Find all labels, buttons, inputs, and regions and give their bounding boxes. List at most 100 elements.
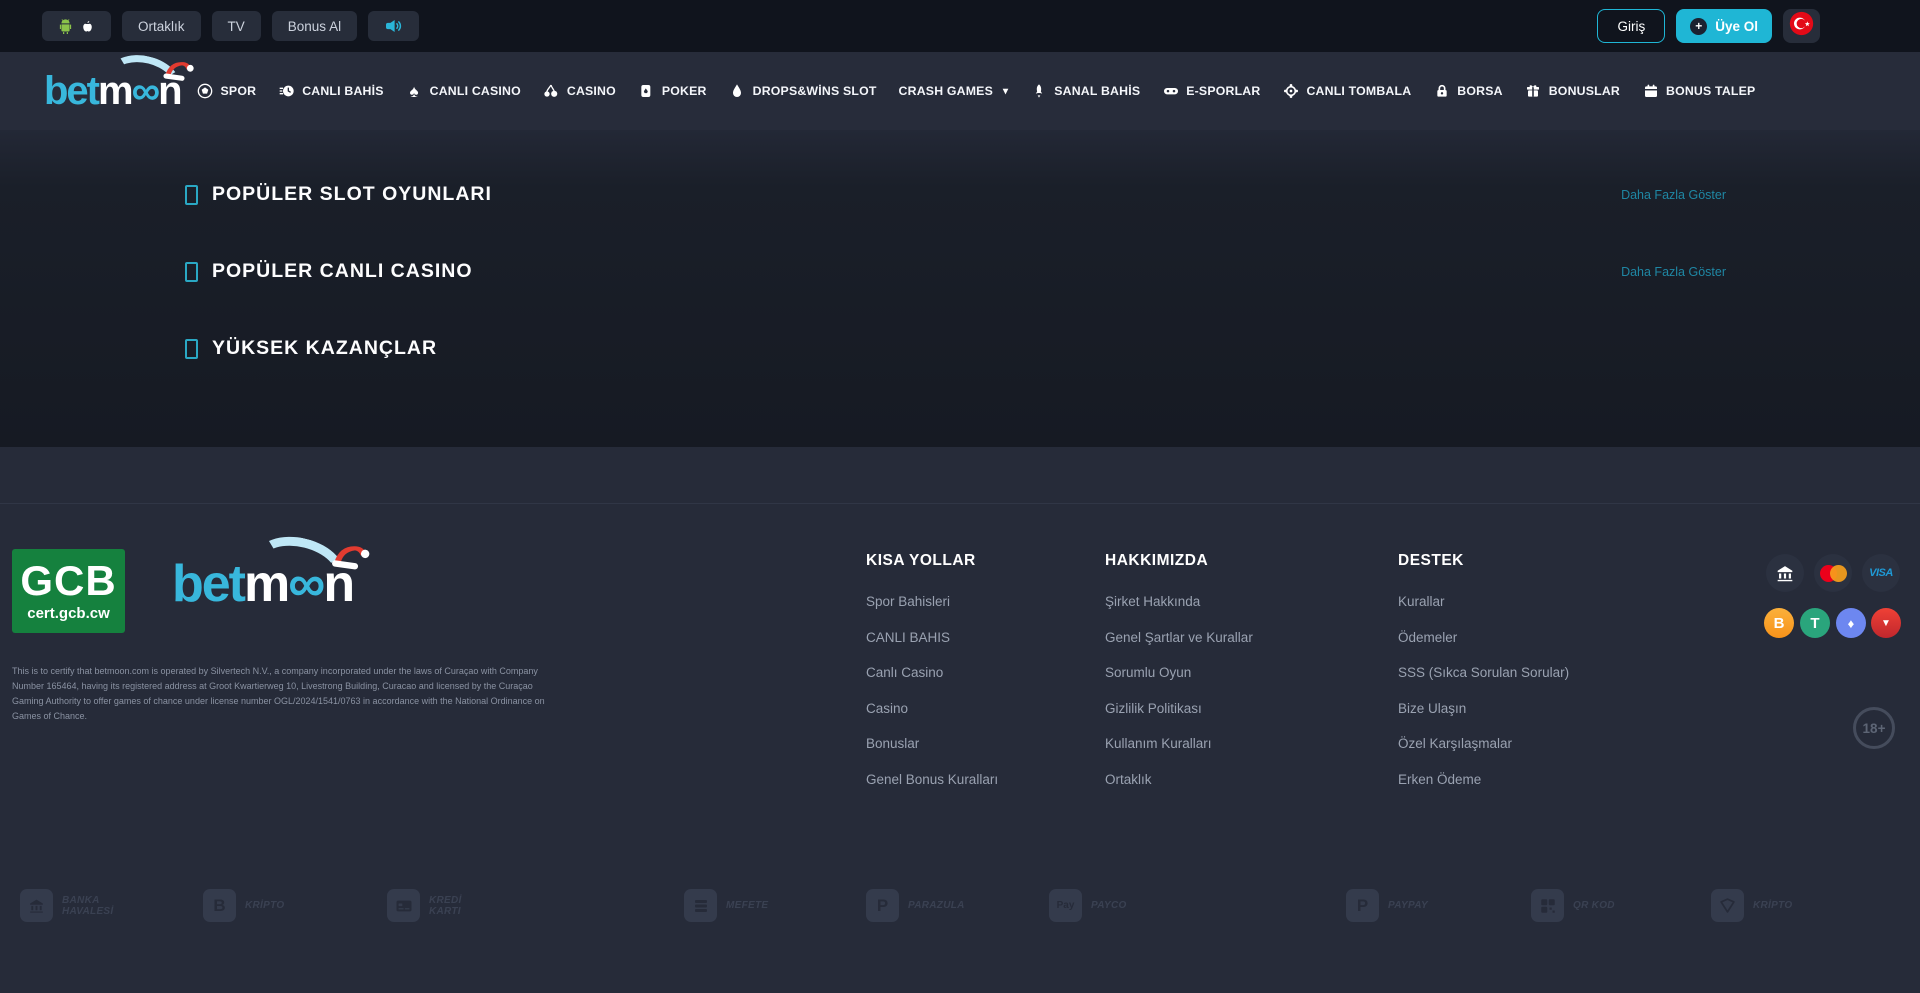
android-icon (58, 18, 73, 35)
nav-item-casino[interactable]: CASINO (543, 83, 616, 100)
visa-icon: VISA (1862, 554, 1900, 592)
payment-method-mefete[interactable]: MEFETE (684, 889, 768, 922)
payment-method-kripto-tron[interactable]: KRİPTO (1711, 889, 1792, 922)
footer-column-title: DESTEK (1398, 552, 1569, 570)
cherries-icon (543, 83, 560, 100)
gift-icon (1525, 83, 1542, 100)
footer-link-bize-ulasin[interactable]: Bize Ulaşın (1398, 691, 1569, 727)
qr-code-icon (1531, 889, 1564, 922)
footer-link-sss[interactable]: SSS (Sıkca Sorulan Sorular) (1398, 655, 1569, 691)
payment-method-banka-havalesi[interactable]: BANKA HAVALESİ (20, 889, 124, 922)
betmoon-footer-logo[interactable]: betm∞n (172, 558, 353, 610)
topbar-link-label: Ortaklık (138, 19, 185, 34)
santa-hat-icon (159, 55, 196, 85)
rocket-icon (1030, 83, 1047, 100)
footer-link-genel-sartlar[interactable]: Genel Şartlar ve Kurallar (1105, 620, 1253, 656)
credit-card-icon (387, 889, 420, 922)
paypay-icon: P (1346, 889, 1379, 922)
bitcoin-glyph: B (1774, 615, 1785, 632)
footer-column-hakkimizda: HAKKIMIZDA Şirket Hakkında Genel Şartlar… (1105, 552, 1253, 797)
nav-item-bonus-talep[interactable]: BONUS TALEP (1642, 83, 1755, 100)
footer-link-sorumlu-oyun[interactable]: Sorumlu Oyun (1105, 655, 1253, 691)
payment-method-payco[interactable]: Pay PAYCO (1049, 889, 1127, 922)
nav-item-sanal-bahis[interactable]: SANAL BAHİS (1030, 83, 1140, 100)
bank-transfer-icon (20, 889, 53, 922)
mastercard-icon (1814, 554, 1852, 592)
nav-item-bonuslar[interactable]: BONUSLAR (1525, 83, 1620, 100)
topbar: Ortaklık TV Bonus Al Giriş + Üye Ol (0, 0, 1920, 52)
payment-method-kripto[interactable]: B KRİPTO (203, 889, 284, 922)
nav-item-e-sporlar[interactable]: E-SPORLAR (1162, 83, 1260, 100)
footer-link-sirket-hakkinda[interactable]: Şirket Hakkında (1105, 584, 1253, 620)
mobile-apps-button[interactable] (42, 11, 111, 41)
lock-icon (1433, 83, 1450, 100)
apple-icon (80, 18, 95, 35)
footer-column-title: HAKKIMIZDA (1105, 552, 1253, 570)
payment-method-qr-kod[interactable]: QR KOD (1531, 889, 1615, 922)
topbar-right-group: Giriş + Üye Ol (1597, 9, 1920, 43)
nav-item-borsa[interactable]: BORSA (1433, 83, 1502, 100)
nav-menu: SPOR CANLI BAHİS ♠ CANLI CASINO CASINO P… (197, 83, 1756, 100)
main-navigation: betm∞n SPOR CANLI BAHİS ♠ CANLI CASINO C… (0, 52, 1920, 130)
footer-column-kisa-yollar: KISA YOLLAR Spor Bahisleri CANLI BAHIS C… (866, 552, 998, 797)
footer-link-ozel-karsilasmalar[interactable]: Özel Karşılaşmalar (1398, 726, 1569, 762)
payco-icon: Pay (1049, 889, 1082, 922)
section-popular-live-casino: POPÜLER CANLI CASINO Daha Fazla Göster (0, 233, 1920, 310)
nav-item-drops-wins-slot[interactable]: DROPS&WİNS SLOT (729, 83, 877, 100)
topbar-left-group: Ortaklık TV Bonus Al (42, 11, 419, 41)
parazula-icon: P (866, 889, 899, 922)
footer-link-ortaklik[interactable]: Ortaklık (1105, 762, 1253, 798)
chevron-down-icon: ▾ (1003, 86, 1008, 97)
topbar-link-label: Bonus Al (288, 19, 341, 34)
calendar-icon (1642, 83, 1659, 100)
section-bullet-icon (185, 185, 198, 205)
bank-transfer-icon (1766, 554, 1804, 592)
topbar-link-label: TV (228, 19, 245, 34)
age-18-badge: 18+ (1853, 707, 1895, 749)
topbar-link-tv[interactable]: TV (212, 11, 261, 41)
footer-link-spor-bahisleri[interactable]: Spor Bahisleri (866, 584, 998, 620)
footer-link-kurallar[interactable]: Kurallar (1398, 584, 1569, 620)
ethereum-glyph: ♦ (1848, 616, 1855, 631)
nav-item-crash-games[interactable]: CRASH GAMES ▾ (899, 84, 1009, 98)
login-button[interactable]: Giriş (1597, 9, 1665, 43)
nav-item-canli-casino[interactable]: ♠ CANLI CASINO (406, 83, 521, 100)
payment-method-parazula[interactable]: P PARAZULA (866, 889, 965, 922)
section-bullet-icon (185, 339, 198, 359)
footer-link-canli-casino[interactable]: Canlı Casino (866, 655, 998, 691)
payment-method-kredi-karti[interactable]: KREDİ KARTI (387, 889, 491, 922)
live-betting-icon (278, 83, 295, 100)
show-more-link[interactable]: Daha Fazla Göster (1621, 265, 1726, 279)
nav-item-canli-tombala[interactable]: CANLI TOMBALA (1282, 83, 1411, 100)
gcb-license-logo[interactable]: GCB cert.gcb.cw (12, 549, 125, 633)
soccer-icon (197, 83, 214, 100)
topbar-link-ortaklik[interactable]: Ortaklık (122, 11, 201, 41)
footer-link-genel-bonus-kurallari[interactable]: Genel Bonus Kuralları (866, 762, 998, 798)
nav-item-canli-bahis[interactable]: CANLI BAHİS (278, 83, 383, 100)
section-popular-slots: POPÜLER SLOT OYUNLARI Daha Fazla Göster (0, 156, 1920, 233)
payment-method-paypay[interactable]: P PAYPAY (1346, 889, 1428, 922)
ethereum-icon: ♦ (1836, 608, 1866, 638)
language-selector[interactable] (1783, 9, 1820, 43)
footer-column-title: KISA YOLLAR (866, 552, 998, 570)
turkish-flag-icon (1789, 11, 1814, 41)
visa-label: VISA (1869, 567, 1893, 579)
register-button[interactable]: + Üye Ol (1676, 9, 1772, 43)
nav-item-poker[interactable]: POKER (638, 83, 707, 100)
footer-link-casino[interactable]: Casino (866, 691, 998, 727)
footer: GCB cert.gcb.cw betm∞n This is to certif… (0, 447, 1920, 993)
topbar-link-bonus-al[interactable]: Bonus Al (272, 11, 357, 41)
show-more-link[interactable]: Daha Fazla Göster (1621, 188, 1726, 202)
sound-button[interactable] (368, 11, 419, 41)
footer-link-bonuslar[interactable]: Bonuslar (866, 726, 998, 762)
betmoon-logo[interactable]: betm∞n (44, 71, 181, 111)
gcb-subtitle: cert.gcb.cw (27, 605, 110, 622)
droplet-icon (729, 83, 746, 100)
footer-link-canli-bahis[interactable]: CANLI BAHIS (866, 620, 998, 656)
footer-link-erken-odeme[interactable]: Erken Ödeme (1398, 762, 1569, 798)
logo-text-bet: bet (172, 555, 244, 613)
nav-item-spor[interactable]: SPOR (197, 83, 257, 100)
footer-link-gizlilik-politikasi[interactable]: Gizlilik Politikası (1105, 691, 1253, 727)
footer-link-kullanim-kurallari[interactable]: Kullanım Kuralları (1105, 726, 1253, 762)
footer-link-odemeler[interactable]: Ödemeler (1398, 620, 1569, 656)
